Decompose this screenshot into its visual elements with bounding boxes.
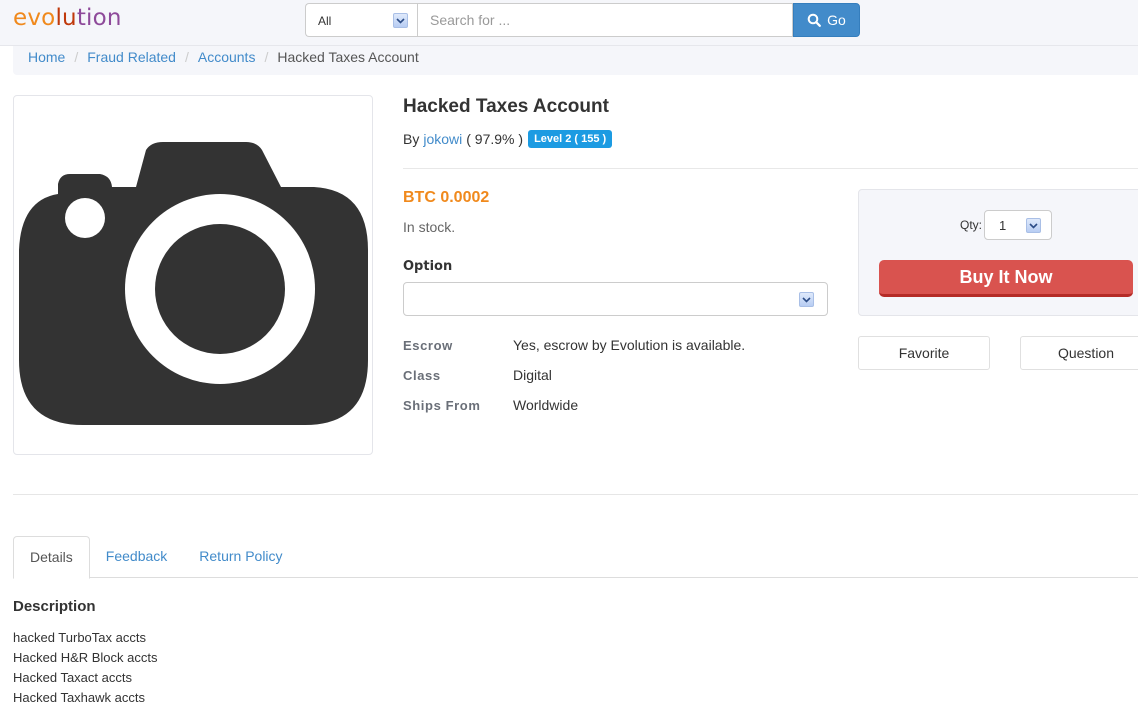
spec-value: Yes, escrow by Evolution is available. xyxy=(513,337,746,353)
divider xyxy=(403,168,1138,169)
category-select-value: All xyxy=(318,14,332,28)
description-line: hacked TurboTax accts xyxy=(13,630,146,645)
search-bar: All Go xyxy=(305,3,860,37)
product-image[interactable] xyxy=(13,95,373,455)
logo-part: lu xyxy=(55,5,77,31)
spec-key: Escrow xyxy=(403,338,453,353)
qty-select[interactable]: 1 xyxy=(984,210,1052,240)
divider xyxy=(13,494,1138,495)
tab-feedback[interactable]: Feedback xyxy=(90,536,183,578)
qty-label: Qty: xyxy=(960,218,983,232)
logo-part: tion xyxy=(76,5,122,31)
category-select[interactable]: All xyxy=(305,3,417,37)
description-title: Description xyxy=(13,598,96,615)
chevron-down-icon[interactable] xyxy=(393,13,408,28)
vendor-line: By jokowi ( 97.9% ) Level 2 ( 155 ) xyxy=(403,130,613,148)
level-badge: Level 2 ( 155 ) xyxy=(528,130,613,148)
search-input[interactable] xyxy=(417,3,793,37)
buy-box: Qty: 1 Buy It Now xyxy=(858,189,1138,316)
stock-status: In stock. xyxy=(403,219,456,235)
vendor-rating: ( 97.9% ) xyxy=(466,131,524,147)
spec-row-class: Class Digital xyxy=(403,367,745,397)
tab-return-policy[interactable]: Return Policy xyxy=(183,536,298,578)
by-label: By xyxy=(403,131,420,147)
description-line: Hacked Taxact accts xyxy=(13,670,132,685)
option-select[interactable] xyxy=(403,282,828,316)
description-body: hacked TurboTax accts Hacked H&R Block a… xyxy=(13,628,158,708)
tab-details[interactable]: Details xyxy=(13,536,90,579)
product-title: Hacked Taxes Account xyxy=(403,96,609,117)
breadcrumb-home[interactable]: Home xyxy=(28,49,65,75)
description-line: Hacked Taxhawk accts xyxy=(13,690,145,705)
go-button[interactable]: Go xyxy=(793,3,860,37)
price: BTC 0.0002 xyxy=(403,189,490,206)
option-label: Option xyxy=(403,259,453,274)
breadcrumb-fraud-related[interactable]: Fraud Related xyxy=(87,49,176,75)
question-button[interactable]: Question xyxy=(1020,336,1138,370)
search-icon xyxy=(807,13,822,27)
breadcrumb-accounts[interactable]: Accounts xyxy=(198,49,256,75)
qty-value: 1 xyxy=(999,218,1007,233)
breadcrumb: Home / Fraud Related / Accounts / Hacked… xyxy=(13,46,1138,75)
buy-it-now-button[interactable]: Buy It Now xyxy=(879,260,1133,297)
spec-value: Digital xyxy=(513,367,552,383)
spec-row-ships-from: Ships From Worldwide xyxy=(403,397,745,427)
top-bar: evolution All Go xyxy=(0,0,1138,46)
breadcrumb-separator: / xyxy=(74,49,79,65)
spec-key: Ships From xyxy=(403,398,481,413)
breadcrumb-current: Hacked Taxes Account xyxy=(277,49,419,65)
breadcrumb-separator: / xyxy=(184,49,189,65)
spec-key: Class xyxy=(403,368,441,383)
camera-icon xyxy=(19,142,368,425)
product-tabs: Details Feedback Return Policy xyxy=(13,536,1138,579)
favorite-button[interactable]: Favorite xyxy=(858,336,990,370)
chevron-down-icon[interactable] xyxy=(1026,218,1041,233)
product-specs: Escrow Yes, escrow by Evolution is avail… xyxy=(403,337,745,427)
evolution-logo[interactable]: evolution xyxy=(13,5,122,31)
logo-part: evo xyxy=(13,5,56,31)
spec-row-escrow: Escrow Yes, escrow by Evolution is avail… xyxy=(403,337,745,367)
spec-value: Worldwide xyxy=(513,397,579,413)
vendor-link[interactable]: jokowi xyxy=(423,131,462,147)
description-line: Hacked H&R Block accts xyxy=(13,650,158,665)
breadcrumb-separator: / xyxy=(264,49,269,65)
go-button-label: Go xyxy=(827,12,846,28)
chevron-down-icon[interactable] xyxy=(799,292,814,307)
